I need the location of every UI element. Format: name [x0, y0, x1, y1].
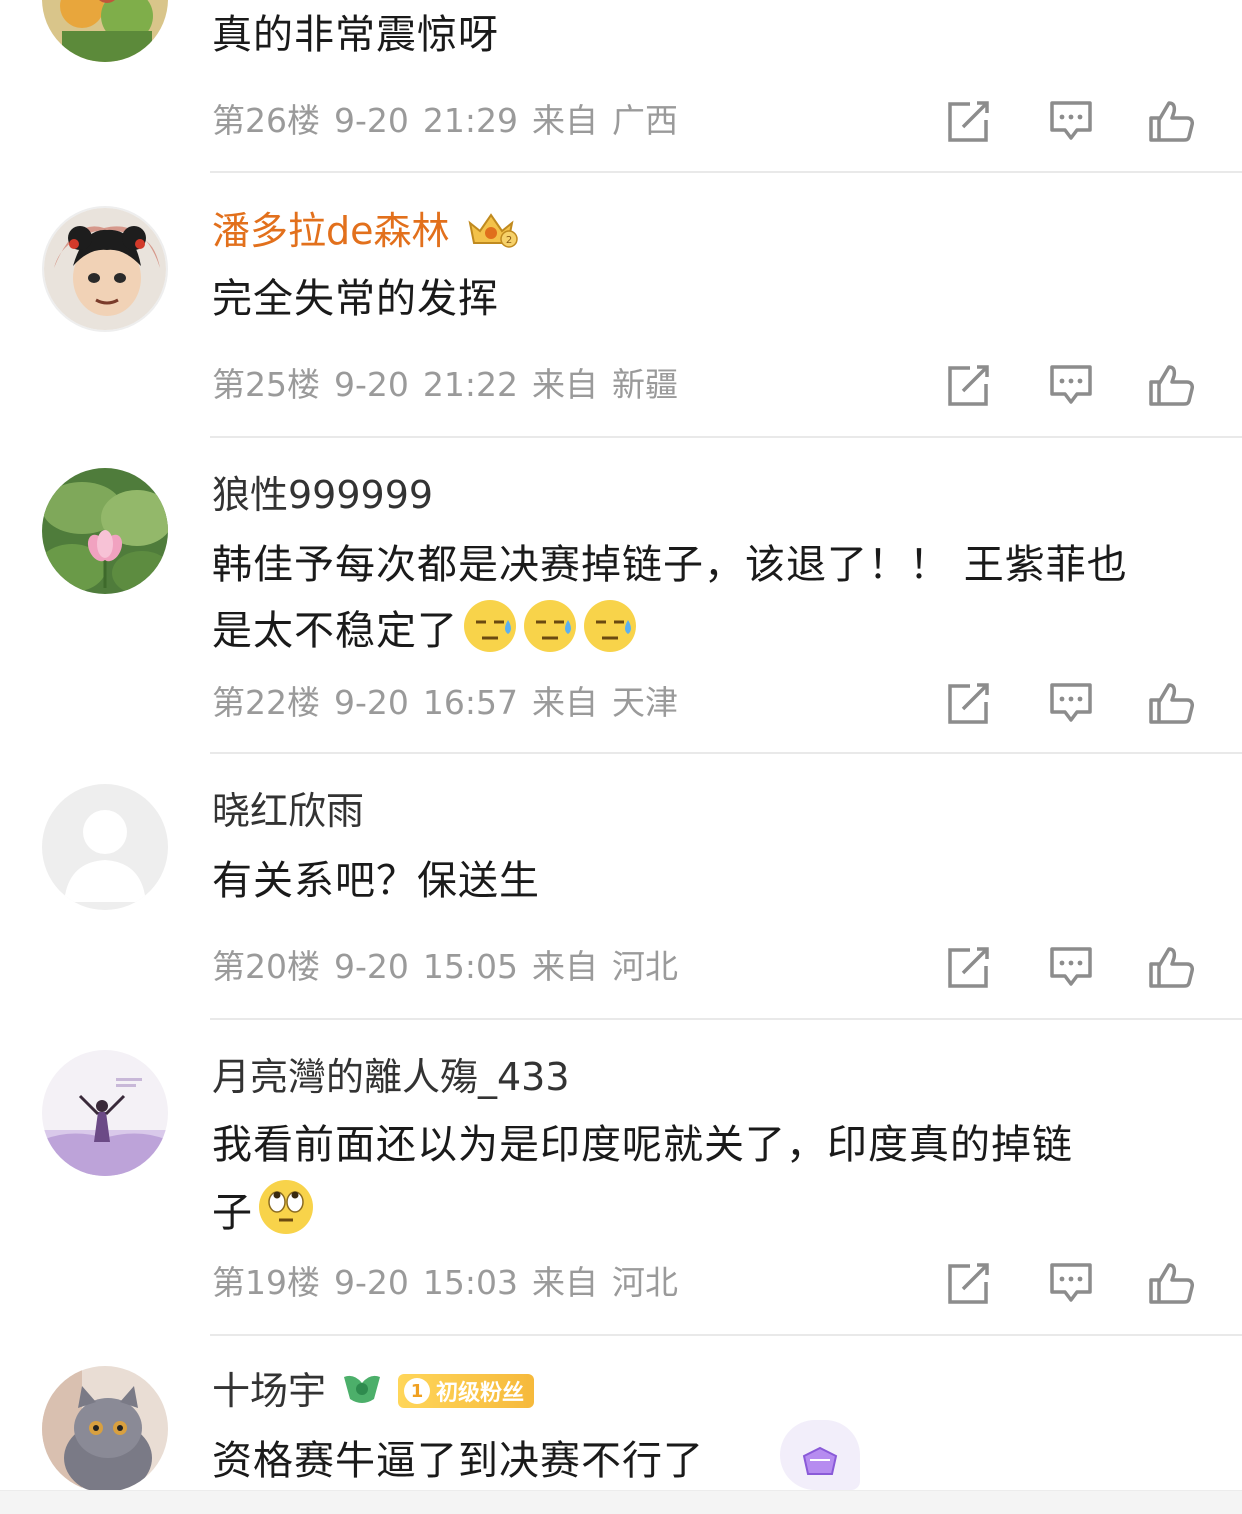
- comment-time: 21:22: [422, 365, 519, 404]
- floor-number: 第25楼: [212, 365, 320, 404]
- from-label: 来自: [532, 683, 599, 722]
- svg-text:2: 2: [505, 235, 511, 246]
- comment-meta: 第26楼 9-20 21:29 来自 广西: [212, 96, 678, 146]
- comment-text: 真的非常震惊呀: [212, 12, 499, 58]
- thumbs-up-icon[interactable]: [1148, 99, 1194, 143]
- name-row: 狼性999999: [212, 470, 433, 520]
- comment-location: 河北: [612, 947, 679, 986]
- comment-date: 9-20: [334, 683, 409, 722]
- comment-meta: 第19楼 9-20 15:03 来自 河北: [212, 1258, 678, 1308]
- comment-meta: 第25楼 9-20 21:22 来自 新疆: [212, 360, 678, 410]
- comment-location: 河北: [612, 1263, 679, 1302]
- username[interactable]: 狼性999999: [212, 470, 433, 520]
- comment-icon[interactable]: [1048, 363, 1094, 407]
- rolling-eyes-emoji-icon: [257, 1178, 315, 1256]
- avatar[interactable]: [42, 0, 168, 62]
- name-row: 月亮灣的離人殤_433: [212, 1052, 570, 1102]
- comment-item: 狼性999999 韩佳予每次都是决赛掉链子，该退了！！ 王紫菲也 是太不稳定了 …: [0, 438, 1242, 754]
- name-row: 潘多拉de森林 2: [212, 206, 518, 256]
- name-row: 晓红欣雨: [212, 786, 364, 836]
- crown-icon: 2: [464, 209, 518, 253]
- floor-number: 第22楼: [212, 683, 320, 722]
- floor-number: 第26楼: [212, 101, 320, 140]
- comment-date: 9-20: [334, 947, 409, 986]
- username[interactable]: 十场宇: [212, 1366, 326, 1416]
- comment-date: 9-20: [334, 365, 409, 404]
- avatar[interactable]: [42, 784, 168, 910]
- username[interactable]: 晓红欣雨: [212, 786, 364, 836]
- comment-item: 潘多拉de森林 2 完全失常的发挥 第25楼 9-20 21:22 来自 新疆: [0, 172, 1242, 438]
- avatar[interactable]: [42, 1366, 168, 1492]
- comment-meta: 第22楼 9-20 16:57 来自 天津: [212, 678, 678, 728]
- share-icon[interactable]: [946, 681, 992, 725]
- thumbs-up-icon[interactable]: [1148, 681, 1194, 725]
- from-label: 来自: [532, 365, 599, 404]
- floor-number: 第19楼: [212, 1263, 320, 1302]
- comment-text-line: 韩佳予每次都是决赛掉链子，该退了！！ 王紫菲也: [212, 542, 1128, 588]
- floating-badge-bubble: [780, 1420, 860, 1490]
- comment-list: 真的非常震惊呀 第26楼 9-20 21:29 来自 广西 潘多拉de森林 2 …: [0, 0, 1242, 1514]
- comment-actions: [940, 360, 1210, 410]
- comment-text: 完全失常的发挥: [212, 276, 499, 322]
- comment-icon[interactable]: [1048, 681, 1094, 725]
- thumbs-up-icon[interactable]: [1148, 363, 1194, 407]
- comment-time: 16:57: [422, 683, 519, 722]
- comment-location: 新疆: [612, 365, 679, 404]
- comment-item: 晓红欣雨 有关系吧？保送生 第20楼 9-20 15:05 来自 河北: [0, 754, 1242, 1020]
- comment-text: 韩佳予每次都是决赛掉链子，该退了！！ 王紫菲也 是太不稳定了: [212, 532, 1212, 674]
- comment-time: 21:29: [422, 101, 519, 140]
- comment-item: 月亮灣的離人殤_433 我看前面还以为是印度呢就关了，印度真的掉链 子 第19楼…: [0, 1020, 1242, 1336]
- comment-actions: [940, 678, 1210, 728]
- comment-date: 9-20: [334, 1263, 409, 1302]
- sweat-emoji-icon: [462, 598, 518, 674]
- from-label: 来自: [532, 947, 599, 986]
- comment-text-line: 子: [212, 1178, 1212, 1256]
- name-row: 十场宇 1 初级粉丝: [212, 1366, 535, 1416]
- share-icon[interactable]: [946, 945, 992, 989]
- comment-meta: 第20楼 9-20 15:05 来自 河北: [212, 942, 678, 992]
- fan-level-label: 初级粉丝: [436, 1381, 525, 1406]
- avatar[interactable]: [42, 206, 168, 332]
- comment-actions: [940, 1258, 1210, 1308]
- comment-date: 9-20: [334, 101, 409, 140]
- comment-text-tail: 子: [212, 1190, 253, 1236]
- from-label: 来自: [532, 1263, 599, 1302]
- username[interactable]: 潘多拉de森林: [212, 206, 450, 256]
- thumbs-up-icon[interactable]: [1148, 1261, 1194, 1305]
- comment-icon[interactable]: [1048, 1261, 1094, 1305]
- comment-text-line: 我看前面还以为是印度呢就关了，印度真的掉链: [212, 1122, 1073, 1168]
- comment-text-line: 是太不稳定了: [212, 598, 1212, 674]
- comment-icon[interactable]: [1048, 945, 1094, 989]
- comment-text-tail: 是太不稳定了: [212, 608, 458, 654]
- avatar[interactable]: [42, 1050, 168, 1176]
- comment-text: 我看前面还以为是印度呢就关了，印度真的掉链 子: [212, 1112, 1212, 1256]
- from-label: 来自: [532, 101, 599, 140]
- comment-item: 十场宇 1 初级粉丝 资格赛牛逼了到决赛不行了: [0, 1336, 1242, 1514]
- fan-level-number: 1: [404, 1378, 431, 1404]
- sweat-emoji-icon: [522, 598, 578, 674]
- sweat-emoji-icon: [582, 598, 638, 674]
- comment-icon[interactable]: [1048, 99, 1094, 143]
- fan-club-icon: [340, 1369, 384, 1413]
- comment-location: 天津: [612, 683, 679, 722]
- fan-level-badge[interactable]: 1 初级粉丝: [398, 1374, 535, 1408]
- bottom-bar: [0, 1490, 1242, 1514]
- comment-actions: [940, 96, 1210, 146]
- comment-item: 真的非常震惊呀 第26楼 9-20 21:29 来自 广西: [0, 0, 1242, 173]
- thumbs-up-icon[interactable]: [1148, 945, 1194, 989]
- share-icon[interactable]: [946, 99, 992, 143]
- comment-actions: [940, 942, 1210, 992]
- share-icon[interactable]: [946, 363, 992, 407]
- username[interactable]: 月亮灣的離人殤_433: [212, 1052, 570, 1102]
- comment-time: 15:05: [422, 947, 519, 986]
- share-icon[interactable]: [946, 1261, 992, 1305]
- comment-text: 资格赛牛逼了到决赛不行了: [212, 1438, 704, 1484]
- comment-location: 广西: [612, 101, 679, 140]
- floor-number: 第20楼: [212, 947, 320, 986]
- comment-text: 有关系吧？保送生: [212, 858, 540, 904]
- avatar[interactable]: [42, 468, 168, 594]
- comment-time: 15:03: [422, 1263, 519, 1302]
